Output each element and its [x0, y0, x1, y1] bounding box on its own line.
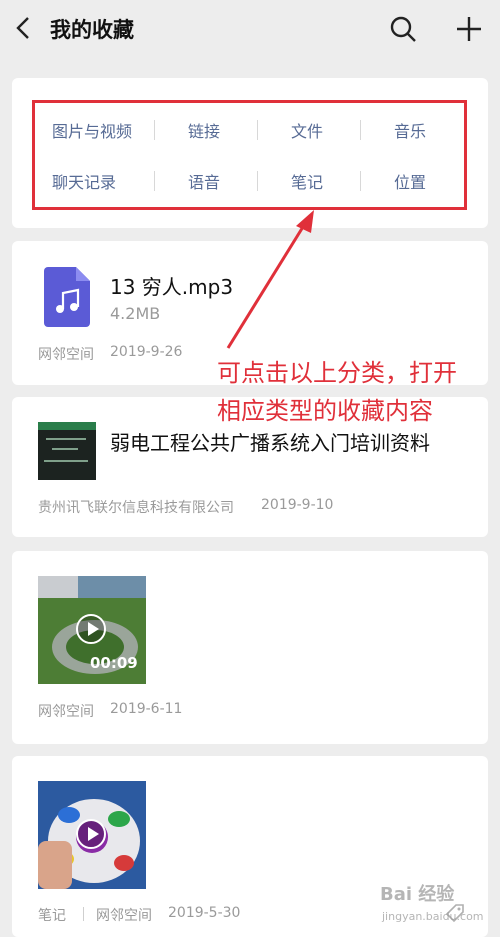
note-thumbnail[interactable] [38, 781, 146, 889]
divider [360, 120, 361, 140]
category-chat-history[interactable]: 聊天记录 [52, 169, 116, 193]
music-file-icon [44, 267, 90, 327]
video-duration: 00:09 [90, 654, 138, 672]
item-source: 网邻空间 [96, 908, 152, 924]
plus-icon[interactable] [454, 14, 484, 44]
item-date: 2019-9-26 [110, 344, 183, 360]
play-icon [76, 819, 106, 849]
item-source: 网邻空间 [38, 347, 94, 363]
divider [257, 120, 258, 140]
category-images-videos[interactable]: 图片与视频 [52, 118, 132, 142]
item-source: 贵州讯飞联尔信息科技有限公司 [38, 500, 234, 516]
link-title: 弱电工程公共广播系统入门培训资料 [110, 431, 430, 455]
category-links[interactable]: 链接 [188, 118, 220, 142]
video-thumbnail[interactable]: 00:09 [38, 576, 146, 684]
play-icon [76, 614, 106, 644]
top-bar: 我的收藏 [0, 0, 500, 58]
item-date: 2019-5-30 [168, 905, 241, 921]
annotation-line-2: 相应类型的收藏内容 [217, 397, 433, 425]
category-voice[interactable]: 语音 [188, 169, 220, 193]
divider [360, 171, 361, 191]
divider [154, 171, 155, 191]
item-date: 2019-6-11 [110, 701, 183, 717]
search-icon[interactable] [388, 14, 418, 44]
annotation-line-1: 可点击以上分类，打开 [217, 359, 457, 387]
divider [257, 171, 258, 191]
chevron-left-icon[interactable] [10, 14, 38, 42]
item-date: 2019-9-10 [261, 497, 334, 513]
category-files[interactable]: 文件 [291, 118, 323, 142]
divider [83, 907, 84, 921]
page-title: 我的收藏 [50, 18, 134, 42]
watermark: Bai 经验 [380, 884, 455, 905]
divider [154, 120, 155, 140]
item-source: 网邻空间 [38, 704, 94, 720]
category-notes[interactable]: 笔记 [291, 169, 323, 193]
file-size: 4.2MB [110, 304, 161, 323]
category-panel: 图片与视频 链接 文件 音乐 聊天记录 语音 笔记 位置 [12, 78, 488, 228]
link-thumbnail [38, 422, 96, 480]
favorite-item-video[interactable]: 00:09 网邻空间 2019-6-11 [12, 551, 488, 744]
category-music[interactable]: 音乐 [394, 118, 426, 142]
note-tag: 笔记 [38, 908, 66, 924]
highlight-frame [32, 100, 467, 210]
category-location[interactable]: 位置 [394, 169, 426, 193]
watermark-url: jingyan.baidu.com [382, 910, 484, 923]
file-name: 13 穷人.mp3 [110, 275, 234, 299]
